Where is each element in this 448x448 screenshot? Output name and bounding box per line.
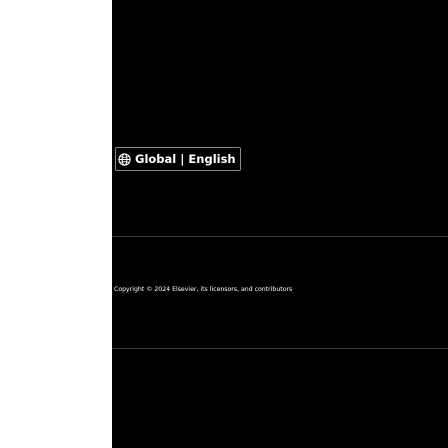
left-blank-area xyxy=(0,0,112,448)
footer-divider xyxy=(112,236,448,237)
copyright-text: Copyright © 2024 Elsevier, its licensors… xyxy=(114,286,293,293)
site-footer: Global | English Copyright © 2024 Elsevi… xyxy=(112,0,448,448)
globe-icon xyxy=(118,152,131,166)
footer-divider xyxy=(112,348,448,349)
language-selector-label: Global | English xyxy=(135,152,236,166)
language-selector-button[interactable]: Global | English xyxy=(115,147,241,171)
page: Global | English Copyright © 2024 Elsevi… xyxy=(0,0,448,448)
